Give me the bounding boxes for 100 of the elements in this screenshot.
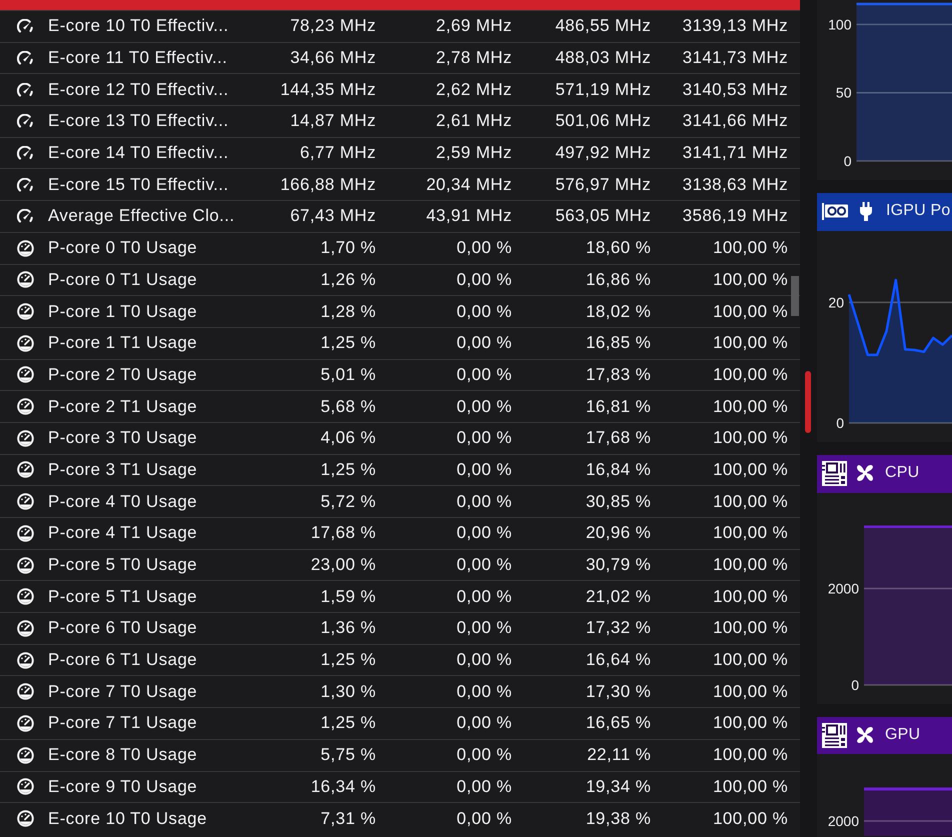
sensor-value: 1,70 % [320,238,376,258]
sensor-value: 1,26 % [320,270,376,290]
gauge-icon [17,683,34,700]
sensor-value: 100,00 % [712,682,788,702]
graphics-card-icon [822,202,848,220]
sensor-value: 0,00 % [456,302,512,322]
sensor-value: 34,66 MHz [290,48,376,68]
gauge-icon [17,334,34,352]
sensor-value: 0,00 % [456,745,512,766]
sensor-name: P-core 5 T0 Usage [48,555,198,576]
sensor-value: 17,32 % [586,618,651,638]
sensor-value: 3138,63 MHz [682,174,788,195]
speedometer-icon [17,209,33,224]
speedometer-icon [17,19,33,34]
sensor-value: 0,00 % [456,650,512,670]
sensor-name: E-core 11 T0 Effectiv... [48,48,228,68]
sensor-value: 5,01 % [320,364,376,385]
gauge-icon [17,366,34,384]
gauge-icon [17,398,34,416]
sensor-value: 0,00 % [456,492,512,512]
scrollbar-thumb[interactable] [791,276,799,316]
sensor-value: 30,85 % [586,492,651,512]
sensor-name: P-core 3 T0 Usage [48,428,198,448]
sensor-value: 16,85 % [586,333,651,354]
sensor-name: P-core 0 T1 Usage [48,270,198,290]
sensor-value: 100,00 % [712,396,788,417]
gauge-icon [17,810,34,828]
sensor-value: 6,77 MHz [300,143,376,164]
sensor-value: 0,00 % [456,270,512,290]
sensor-value: 100,00 % [712,302,788,322]
sensor-name: Average Effective Clo... [48,206,235,226]
sensor-name: E-core 14 T0 Effectiv... [48,143,229,164]
sensor-value: 486,55 MHz [555,16,651,36]
axis-label: 100 [828,16,852,32]
sensor-value: 3139,13 MHz [682,16,788,36]
sensor-value: 100,00 % [712,523,788,544]
gauge-icon [17,524,34,542]
sensor-value: 20,96 % [586,523,651,544]
sensor-name: P-core 1 T0 Usage [48,302,198,322]
sensor-name: P-core 7 T1 Usage [48,713,198,734]
gauge-icon [17,303,34,320]
sensor-value: 100,00 % [712,492,788,512]
sensor-value: 17,68 % [310,523,376,544]
sensor-value: 16,34 % [310,776,376,797]
sensor-value: 30,79 % [586,555,651,576]
gauge-icon [17,493,34,510]
sensor-value: 17,68 % [586,428,651,448]
sensor-value: 3141,71 MHz [682,143,788,164]
sensor-value: 16,64 % [586,650,651,670]
sensor-value: 497,92 MHz [555,143,651,164]
sensor-value: 5,68 % [320,396,376,417]
gauge-icon [17,271,34,288]
sensor-name: E-core 9 T0 Usage [48,776,198,797]
speedometer-icon [17,114,33,128]
sensor-value: 0,00 % [456,586,512,607]
circuit-board-icon [822,722,847,748]
sensor-value: 18,60 % [586,238,651,258]
sensor-value: 571,19 MHz [555,80,651,100]
sensor-value: 0,00 % [456,428,512,448]
axis-label: 50 [836,84,852,101]
sensor-value: 2,59 MHz [436,143,512,164]
axis-label: 0 [844,153,852,169]
sensor-value: 19,38 % [586,808,651,829]
sensor-value: 43,91 MHz [426,206,512,226]
sensor-value: 23,00 % [310,555,376,576]
sensor-value: 3141,66 MHz [682,111,788,132]
sensor-value: 100,00 % [712,270,788,290]
sensor-value: 22,11 % [587,745,651,766]
sensor-value: 100,00 % [712,555,788,576]
panel-title: GPU [885,726,920,744]
sensor-value: 17,83 % [586,364,651,385]
sensor-value: 14,87 MHz [290,111,376,132]
sensor-value: 100,00 % [712,618,788,638]
scrollbar-thumb[interactable] [805,371,811,433]
sensor-value: 0,00 % [456,333,512,354]
sensor-value: 5,72 % [320,492,376,512]
sensor-name: E-core 10 T0 Effectiv... [48,16,229,36]
gauge-icon [17,778,34,796]
sensor-value: 100,00 % [712,333,788,354]
gauge-icon [17,588,34,606]
panel-title: IGPU Po [886,202,951,220]
sensor-value: 100,00 % [712,745,788,766]
circuit-board-icon [822,460,847,486]
sensor-value: 1,25 % [320,713,376,734]
sensor-value: 0,00 % [456,364,512,385]
sensor-value: 100,00 % [712,238,788,258]
sensor-value: 2,69 MHz [436,16,512,36]
sensor-value: 100,00 % [712,776,788,797]
axis-label: 0 [851,677,859,693]
sensor-name: P-core 6 T1 Usage [48,650,198,670]
sensor-name: E-core 10 T0 Usage [48,808,208,829]
sensor-value: 100,00 % [712,650,788,670]
panel-title: CPU [885,464,920,482]
sensor-value: 78,23 MHz [290,16,376,36]
plug-icon [860,202,872,221]
speedometer-icon [17,178,33,192]
sensor-value: 100,00 % [712,586,788,607]
sensor-value: 0,00 % [456,523,512,544]
sensor-value: 5,75 % [320,745,376,766]
sensor-value: 3141,73 MHz [682,48,788,68]
